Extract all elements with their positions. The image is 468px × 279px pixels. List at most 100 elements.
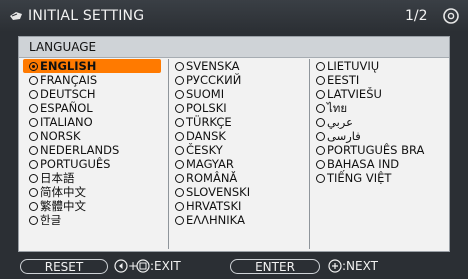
language-option[interactable]: 简体中文 xyxy=(23,185,163,199)
language-label: FRANÇAIS xyxy=(40,73,98,87)
language-label: РУССКИЙ xyxy=(186,73,242,87)
language-option[interactable]: ITALIANO xyxy=(23,115,163,129)
language-label: 繁體中文 xyxy=(40,199,86,213)
language-option[interactable]: FRANÇAIS xyxy=(23,73,163,87)
radio-icon xyxy=(29,62,38,71)
language-option[interactable]: ROMÂNĂ xyxy=(169,171,309,185)
language-label: EESTI xyxy=(327,73,360,87)
language-option[interactable]: PORTUGUÊS xyxy=(23,157,163,171)
radio-icon xyxy=(175,104,184,113)
radio-icon xyxy=(29,76,38,85)
language-label: 日本語 xyxy=(40,171,75,185)
hand-pointer-icon xyxy=(10,12,22,20)
menu-key-icon xyxy=(136,259,150,273)
language-label: PORTUGUÊS BRA xyxy=(327,143,425,157)
language-label: ENGLISH xyxy=(40,59,97,73)
language-label: DANSK xyxy=(186,129,226,143)
language-option[interactable]: TÜRKÇE xyxy=(169,115,309,129)
radio-icon xyxy=(175,118,184,127)
radio-icon xyxy=(316,132,325,141)
language-option[interactable]: SVENSKA xyxy=(169,59,309,73)
radio-icon xyxy=(29,104,38,113)
language-label: فارسی xyxy=(327,129,361,143)
language-label: ITALIANO xyxy=(40,115,93,129)
language-option[interactable]: TIẾNG VIỆT xyxy=(310,171,450,185)
language-option[interactable]: DANSK xyxy=(169,129,309,143)
radio-icon xyxy=(29,216,38,225)
language-label: DEUTSCH xyxy=(40,87,96,101)
language-label: ΕΛΛΗΝΙΚΑ xyxy=(186,213,246,227)
language-option[interactable]: LATVIEŠU xyxy=(310,87,450,101)
language-label: TIẾNG VIỆT xyxy=(327,171,392,185)
language-label: BAHASA IND xyxy=(327,157,400,171)
radio-icon xyxy=(29,146,38,155)
language-option[interactable]: ENGLISH xyxy=(23,59,161,73)
language-option[interactable]: NORSK xyxy=(23,129,163,143)
language-label: POLSKI xyxy=(186,101,227,115)
language-label: NEDERLANDS xyxy=(40,143,120,157)
radio-icon xyxy=(29,90,38,99)
language-option[interactable]: ČESKY xyxy=(169,143,309,157)
language-label: NORSK xyxy=(40,129,81,143)
language-option[interactable]: عربي xyxy=(310,115,450,129)
radio-icon xyxy=(316,76,325,85)
radio-icon xyxy=(175,174,184,183)
radio-icon xyxy=(175,188,184,197)
radio-icon xyxy=(316,146,325,155)
language-option[interactable]: SUOMI xyxy=(169,87,309,101)
radio-icon xyxy=(316,90,325,99)
radio-icon xyxy=(29,174,38,183)
language-label: SLOVENSKI xyxy=(186,185,251,199)
radio-icon xyxy=(29,202,38,211)
radio-icon xyxy=(175,202,184,211)
radio-icon xyxy=(316,118,325,127)
language-label: PORTUGUÊS xyxy=(40,157,111,171)
language-panel: LANGUAGE ENGLISH FRANÇAIS DEUTSCH ESPAÑOL IT… xyxy=(18,36,450,252)
radio-icon xyxy=(175,160,184,169)
language-option[interactable]: PORTUGUÊS BRA xyxy=(310,143,450,157)
enter-button[interactable]: ENTER xyxy=(230,259,320,274)
language-label: ไทย xyxy=(327,101,348,115)
radio-icon xyxy=(175,90,184,99)
language-label: ESPAÑOL xyxy=(40,101,93,115)
language-label: 简体中文 xyxy=(40,185,86,199)
window-title: INITIAL SETTING xyxy=(28,8,145,24)
language-label: ČESKY xyxy=(186,143,223,157)
language-label: MAGYAR xyxy=(186,157,234,171)
panel-header: LANGUAGE xyxy=(19,37,449,58)
radio-icon xyxy=(316,160,325,169)
language-option[interactable]: HRVATSKI xyxy=(169,199,309,213)
language-option[interactable]: POLSKI xyxy=(169,101,309,115)
settings-icon[interactable] xyxy=(442,7,460,25)
radio-icon xyxy=(175,132,184,141)
language-option[interactable]: 한글 xyxy=(23,213,163,227)
language-label: TÜRKÇE xyxy=(186,115,232,129)
language-option[interactable]: DEUTSCH xyxy=(23,87,163,101)
language-option[interactable]: ΕΛΛΗΝΙΚΑ xyxy=(169,213,309,227)
radio-icon xyxy=(316,174,325,183)
language-option[interactable]: MAGYAR xyxy=(169,157,309,171)
language-label: SVENSKA xyxy=(186,59,240,73)
language-option[interactable]: SLOVENSKI xyxy=(169,185,309,199)
language-option[interactable]: 繁體中文 xyxy=(23,199,163,213)
language-option[interactable]: BAHASA IND xyxy=(310,157,450,171)
radio-icon xyxy=(175,62,184,71)
language-column-1: ENGLISH FRANÇAIS DEUTSCH ESPAÑOL ITALIANO NOR… xyxy=(23,59,163,249)
language-label: LATVIEŠU xyxy=(327,87,382,101)
language-option[interactable]: EESTI xyxy=(310,73,450,87)
language-option[interactable]: ไทย xyxy=(310,101,450,115)
language-option[interactable]: 日本語 xyxy=(23,171,163,185)
language-column-2: SVENSKA РУССКИЙ SUOMI POLSKI TÜRKÇE DANSK ČESK… xyxy=(168,59,309,249)
language-column-3: LIETUVIŲ EESTI LATVIEŠU ไทย عربي فارسی PORTUGU… xyxy=(309,59,450,249)
radio-icon xyxy=(29,132,38,141)
language-option[interactable]: NEDERLANDS xyxy=(23,143,163,157)
language-label: ROMÂNĂ xyxy=(186,171,238,185)
language-option[interactable]: فارسی xyxy=(310,129,450,143)
language-option[interactable]: ESPAÑOL xyxy=(23,101,163,115)
language-option[interactable]: РУССКИЙ xyxy=(169,73,309,87)
reset-button[interactable]: RESET xyxy=(20,259,108,274)
language-option[interactable]: LIETUVIŲ xyxy=(310,59,450,73)
radio-icon xyxy=(29,188,38,197)
radio-icon xyxy=(29,118,38,127)
enter-key-icon xyxy=(328,259,342,273)
